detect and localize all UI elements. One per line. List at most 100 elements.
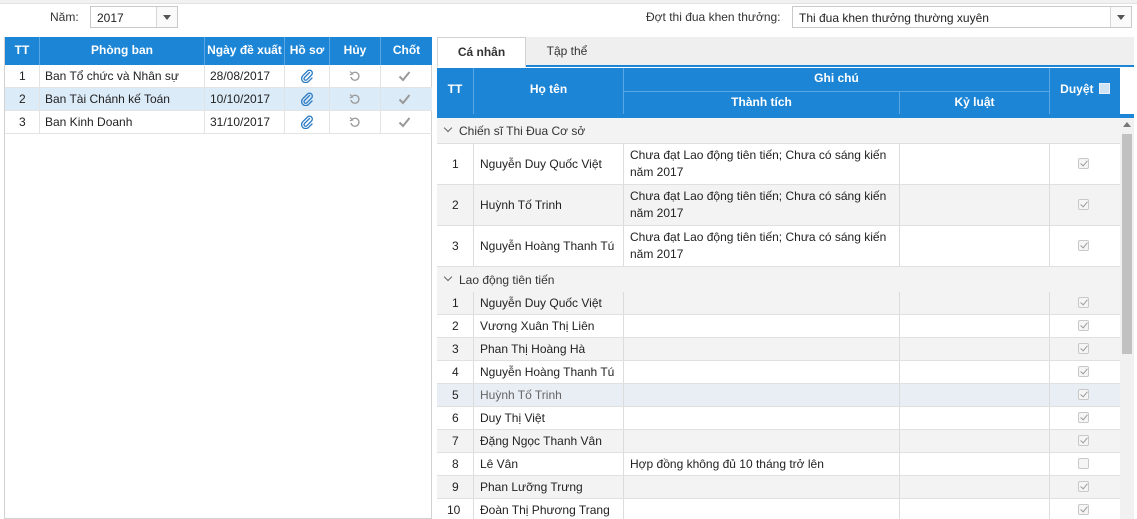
table-row[interactable]: 1 Nguyễn Duy Quốc Việt	[437, 292, 1120, 315]
table-row[interactable]: 1 Nguyễn Duy Quốc Việt Chưa đạt Lao động…	[437, 144, 1120, 185]
vertical-scrollbar[interactable]	[1120, 118, 1134, 519]
undo-cell	[330, 88, 381, 110]
approve-checkbox[interactable]	[1078, 240, 1089, 251]
proposal-date: 10/10/2017	[205, 88, 285, 110]
col-tt[interactable]: TT	[437, 68, 474, 114]
col-discipline[interactable]: Kỷ luật	[900, 91, 1050, 114]
approve-checkbox[interactable]	[1078, 320, 1089, 331]
achievement-text: Hợp đồng không đủ 10 tháng trở lên	[630, 457, 824, 471]
chevron-down-icon[interactable]	[443, 123, 453, 133]
approve-checkbox[interactable]	[1078, 435, 1089, 446]
approve-checkbox[interactable]	[1078, 458, 1089, 469]
chevron-down-icon[interactable]	[443, 272, 453, 282]
employee-name: Duy Thị Việt	[480, 411, 545, 425]
discipline-cell	[900, 476, 1050, 498]
table-row[interactable]: 8 Lê Vân Hợp đồng không đủ 10 tháng trở …	[437, 453, 1120, 476]
department-row[interactable]: 1 Ban Tổ chức và Nhân sự 28/08/2017	[5, 65, 432, 88]
row-number: 2	[5, 88, 40, 110]
undo-icon[interactable]	[349, 93, 361, 105]
check-icon[interactable]	[398, 93, 411, 105]
approve-checkbox[interactable]	[1078, 389, 1089, 400]
discipline-cell	[900, 453, 1050, 475]
paperclip-icon[interactable]	[300, 69, 314, 83]
year-value: 2017	[97, 11, 124, 25]
paperclip-icon[interactable]	[300, 115, 314, 129]
proposal-date: 31/10/2017	[205, 111, 285, 133]
department-row[interactable]: 2 Ban Tài Chánh kế Toán 10/10/2017	[5, 88, 432, 111]
round-value: Thi đua khen thưởng thường xuyên	[799, 11, 989, 25]
approve-checkbox[interactable]	[1078, 297, 1089, 308]
approve-checkbox[interactable]	[1078, 504, 1089, 515]
table-row[interactable]: 5 Huỳnh Tố Trinh	[437, 384, 1120, 407]
row-number: 6	[452, 411, 459, 425]
employee-name: Vương Xuân Thị Liên	[480, 319, 595, 333]
col-dossier[interactable]: Hồ sơ	[285, 37, 330, 65]
achievement-text: năm 2017	[630, 247, 684, 261]
department-name: Ban Kinh Doanh	[40, 111, 205, 133]
employee-name: Phan Lưỡng Trưng	[480, 480, 583, 494]
table-row[interactable]: 3 Phan Thị Hoàng Hà	[437, 338, 1120, 361]
col-cancel[interactable]: Hủy	[330, 37, 381, 65]
row-number: 9	[452, 480, 459, 494]
employee-name: Lê Vân	[480, 457, 519, 471]
undo-icon[interactable]	[349, 116, 361, 128]
employee-name: Nguyễn Duy Quốc Việt	[480, 157, 602, 171]
discipline-cell	[900, 430, 1050, 452]
group-title: Lao động tiên tiến	[459, 273, 555, 287]
table-row[interactable]: 4 Nguyễn Hoàng Thanh Tú	[437, 361, 1120, 384]
achievement-text: Chưa đạt Lao động tiên tiến; Chưa có sán…	[630, 230, 887, 244]
table-row[interactable]: 2 Vương Xuân Thị Liên	[437, 315, 1120, 338]
check-icon[interactable]	[398, 70, 411, 82]
undo-cell	[330, 65, 381, 87]
col-fullname[interactable]: Họ tên	[474, 68, 624, 114]
attachment-cell	[285, 65, 330, 87]
col-proposal-date[interactable]: Ngày đề xuất	[205, 37, 285, 65]
select-all-checkbox[interactable]	[1098, 83, 1110, 94]
paperclip-icon[interactable]	[300, 92, 314, 106]
col-department[interactable]: Phòng ban	[40, 37, 205, 65]
col-group-notes: Ghi chú	[624, 68, 1050, 91]
table-row[interactable]: 7 Đặng Ngọc Thanh Vân	[437, 430, 1120, 453]
approve-checkbox[interactable]	[1078, 481, 1089, 492]
table-row[interactable]: 9 Phan Lưỡng Trưng	[437, 476, 1120, 499]
table-row[interactable]: 10 Đoàn Thị Phương Trang	[437, 499, 1120, 519]
col-tt[interactable]: TT	[5, 37, 40, 65]
chevron-down-icon[interactable]	[156, 7, 177, 27]
approve-checkbox[interactable]	[1078, 343, 1089, 354]
group-row-advanced-worker[interactable]: Lao động tiên tiến	[437, 267, 1120, 293]
round-select[interactable]: Thi đua khen thưởng thường xuyên	[792, 6, 1132, 28]
discipline-cell	[900, 185, 1050, 225]
row-number: 2	[452, 319, 459, 333]
tab-collective[interactable]: Tập thể	[526, 37, 608, 67]
approve-checkbox[interactable]	[1078, 412, 1089, 423]
group-row-emulation-soldier[interactable]: Chiến sĩ Thi Đua Cơ sở	[437, 118, 1120, 144]
scrollbar-thumb[interactable]	[1122, 134, 1132, 354]
approve-checkbox[interactable]	[1078, 158, 1089, 169]
approve-checkbox[interactable]	[1078, 366, 1089, 377]
department-name: Ban Tài Chánh kế Toán	[40, 88, 205, 110]
table-row[interactable]: 3 Nguyễn Hoàng Thanh Tú Chưa đạt Lao độn…	[437, 226, 1120, 267]
undo-icon[interactable]	[349, 70, 361, 82]
col-finalize[interactable]: Chốt	[381, 37, 432, 65]
col-approve[interactable]: Duyệt	[1050, 68, 1120, 114]
table-row[interactable]: 6 Duy Thị Việt	[437, 407, 1120, 430]
department-row[interactable]: 3 Ban Kinh Doanh 31/10/2017	[5, 111, 432, 134]
employee-name: Phan Thị Hoàng Hà	[480, 342, 586, 356]
scroll-up-icon[interactable]	[1123, 122, 1131, 127]
attachment-cell	[285, 111, 330, 133]
check-icon[interactable]	[398, 116, 411, 128]
department-grid: TT Phòng ban Ngày đề xuất Hồ sơ Hủy Chốt…	[4, 37, 432, 519]
table-row[interactable]: 2 Huỳnh Tố Trinh Chưa đạt Lao động tiên …	[437, 185, 1120, 226]
row-number: 8	[452, 457, 459, 471]
achievement-text: Chưa đạt Lao động tiên tiến; Chưa có sán…	[630, 189, 887, 203]
chevron-down-icon[interactable]	[1110, 7, 1131, 27]
employee-name: Đoàn Thị Phương Trang	[480, 503, 610, 517]
row-number: 2	[452, 198, 459, 212]
year-select[interactable]: 2017	[90, 6, 178, 28]
tab-individual[interactable]: Cá nhân	[437, 37, 526, 68]
proposal-date: 28/08/2017	[205, 65, 285, 87]
approve-checkbox[interactable]	[1078, 199, 1089, 210]
finalize-cell	[381, 65, 432, 87]
col-achievement[interactable]: Thành tích	[624, 91, 900, 114]
discipline-cell	[900, 384, 1050, 406]
